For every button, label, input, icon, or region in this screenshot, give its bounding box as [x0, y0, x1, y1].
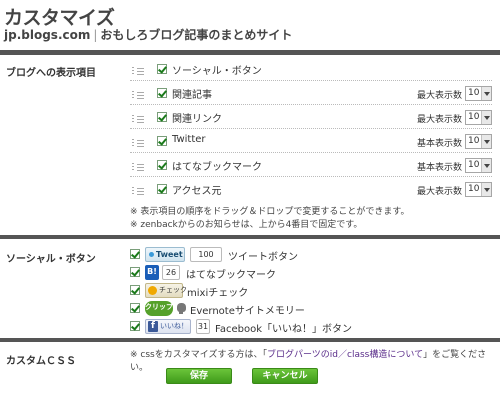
social-item-checkbox[interactable]	[130, 321, 140, 331]
display-item-hatena[interactable]: はてなブックマーク 基本表示数 10	[130, 157, 492, 177]
facebook-like-button-preview: いいね！	[145, 319, 191, 334]
zenback-note: ※ zenbackからのお知らせは、上から4番目で固定です。	[130, 220, 363, 230]
site-heading: jp.blogs.com | おもしろブログ記事のまとめサイト	[4, 26, 292, 43]
display-item-checkbox[interactable]	[157, 64, 167, 74]
hatena-count: 26	[162, 265, 180, 280]
count-select-value: 10	[468, 88, 480, 98]
max-count-label: 最大表示数	[416, 187, 462, 197]
chevron-down-icon	[481, 135, 491, 148]
social-item-label: はてなブックマーク	[186, 270, 276, 281]
max-count-label: 最大表示数	[416, 91, 462, 101]
site-tagline: おもしろブログ記事のまとめサイト	[100, 28, 293, 42]
max-count-label: 最大表示数	[416, 115, 462, 125]
base-count-label: 基本表示数	[416, 139, 462, 149]
social-item-label: mixiチェック	[187, 288, 249, 299]
tweet-count: 100	[190, 247, 222, 262]
reorder-note: ※ 表示項目の順序をドラッグ＆ドロップで変更することができます。	[130, 207, 410, 217]
drag-handle-icon[interactable]	[132, 185, 144, 197]
count-select-value: 10	[468, 112, 480, 122]
row-divider	[130, 152, 492, 153]
base-count-label: 基本表示数	[416, 163, 462, 173]
drag-handle-icon[interactable]	[132, 137, 144, 149]
tweet-button-preview: Tweet	[145, 247, 185, 262]
css-structure-link[interactable]: ブログパーツのid／class構造について	[267, 350, 423, 360]
social-item-label: ツイートボタン	[228, 252, 298, 263]
section-divider	[0, 338, 500, 342]
display-item-label: 関連記事	[172, 90, 212, 101]
hatena-bookmark-icon: B!	[145, 265, 159, 280]
social-item-hatena[interactable]: B! 26 はてなブックマーク	[130, 265, 490, 281]
display-section-label: ブログへの表示項目	[6, 68, 96, 79]
display-item-related-links[interactable]: 関連リンク 最大表示数 10	[130, 109, 492, 129]
count-select[interactable]: 10	[465, 86, 492, 101]
customize-page: カスタマイズ jp.blogs.com | おもしろブログ記事のまとめサイト ブログ…	[0, 0, 500, 417]
display-item-related-articles[interactable]: 関連記事 最大表示数 10	[130, 85, 492, 105]
display-item-checkbox[interactable]	[157, 88, 167, 98]
display-item-label: Twitter	[172, 134, 206, 145]
display-item-checkbox[interactable]	[157, 160, 167, 170]
count-select[interactable]: 10	[465, 110, 492, 125]
drag-handle-icon[interactable]	[132, 89, 144, 101]
social-item-checkbox[interactable]	[130, 285, 140, 295]
count-select[interactable]: 10	[465, 182, 492, 197]
save-button[interactable]: 保存	[166, 368, 232, 384]
chevron-down-icon	[481, 87, 491, 100]
row-divider	[130, 128, 492, 129]
display-item-label: アクセス元	[172, 186, 222, 197]
drag-handle-icon[interactable]	[132, 113, 144, 125]
section-divider	[0, 50, 500, 55]
evernote-elephant-icon	[176, 302, 187, 314]
chevron-down-icon	[481, 183, 491, 196]
display-item-label: 関連リンク	[172, 114, 222, 125]
social-item-tweet[interactable]: Tweet 100 ツイートボタン	[130, 247, 490, 263]
display-item-checkbox[interactable]	[157, 184, 167, 194]
display-item-twitter[interactable]: Twitter 基本表示数 10	[130, 133, 492, 153]
social-item-facebook[interactable]: いいね！ 31 Facebook「いいね！」ボタン	[130, 319, 490, 335]
section-divider	[0, 235, 500, 239]
mixi-check-button-preview: チェック	[145, 283, 187, 298]
site-separator: |	[93, 28, 98, 42]
count-select-value: 10	[468, 160, 480, 170]
count-select[interactable]: 10	[465, 158, 492, 173]
css-section-label: カスタムＣＳＳ	[6, 356, 76, 367]
facebook-count: 31	[196, 319, 210, 334]
row-divider	[130, 104, 492, 105]
display-item-label: ソーシャル・ボタン	[172, 66, 262, 77]
display-item-label: はてなブックマーク	[172, 162, 262, 173]
css-note-prefix: ※ cssをカスタマイズする方は、「	[130, 350, 267, 360]
chevron-down-icon	[481, 159, 491, 172]
social-item-label: Evernoteサイトメモリー	[190, 306, 305, 317]
evernote-clip-button-preview: クリップ	[145, 301, 173, 316]
social-item-checkbox[interactable]	[130, 267, 140, 277]
cancel-button[interactable]: キャンセル	[252, 368, 318, 384]
social-item-checkbox[interactable]	[130, 249, 140, 259]
drag-handle-icon[interactable]	[132, 161, 144, 173]
chevron-down-icon	[481, 111, 491, 124]
social-item-evernote[interactable]: クリップ Evernoteサイトメモリー	[130, 301, 490, 317]
drag-handle-icon[interactable]	[132, 65, 144, 77]
row-divider	[130, 176, 492, 177]
display-item-checkbox[interactable]	[157, 136, 167, 146]
count-select[interactable]: 10	[465, 134, 492, 149]
row-divider	[130, 80, 492, 81]
count-select-value: 10	[468, 184, 480, 194]
display-item-access-source[interactable]: アクセス元 最大表示数 10	[130, 181, 492, 201]
site-domain: jp.blogs.com	[4, 28, 91, 42]
social-item-checkbox[interactable]	[130, 303, 140, 313]
social-item-mixi[interactable]: チェック mixiチェック	[130, 283, 490, 299]
display-item-checkbox[interactable]	[157, 112, 167, 122]
social-section-label: ソーシャル・ボタン	[6, 254, 96, 265]
count-select-value: 10	[468, 136, 480, 146]
social-item-label: Facebook「いいね！」ボタン	[215, 324, 352, 335]
display-item-social[interactable]: ソーシャル・ボタン	[130, 61, 492, 81]
